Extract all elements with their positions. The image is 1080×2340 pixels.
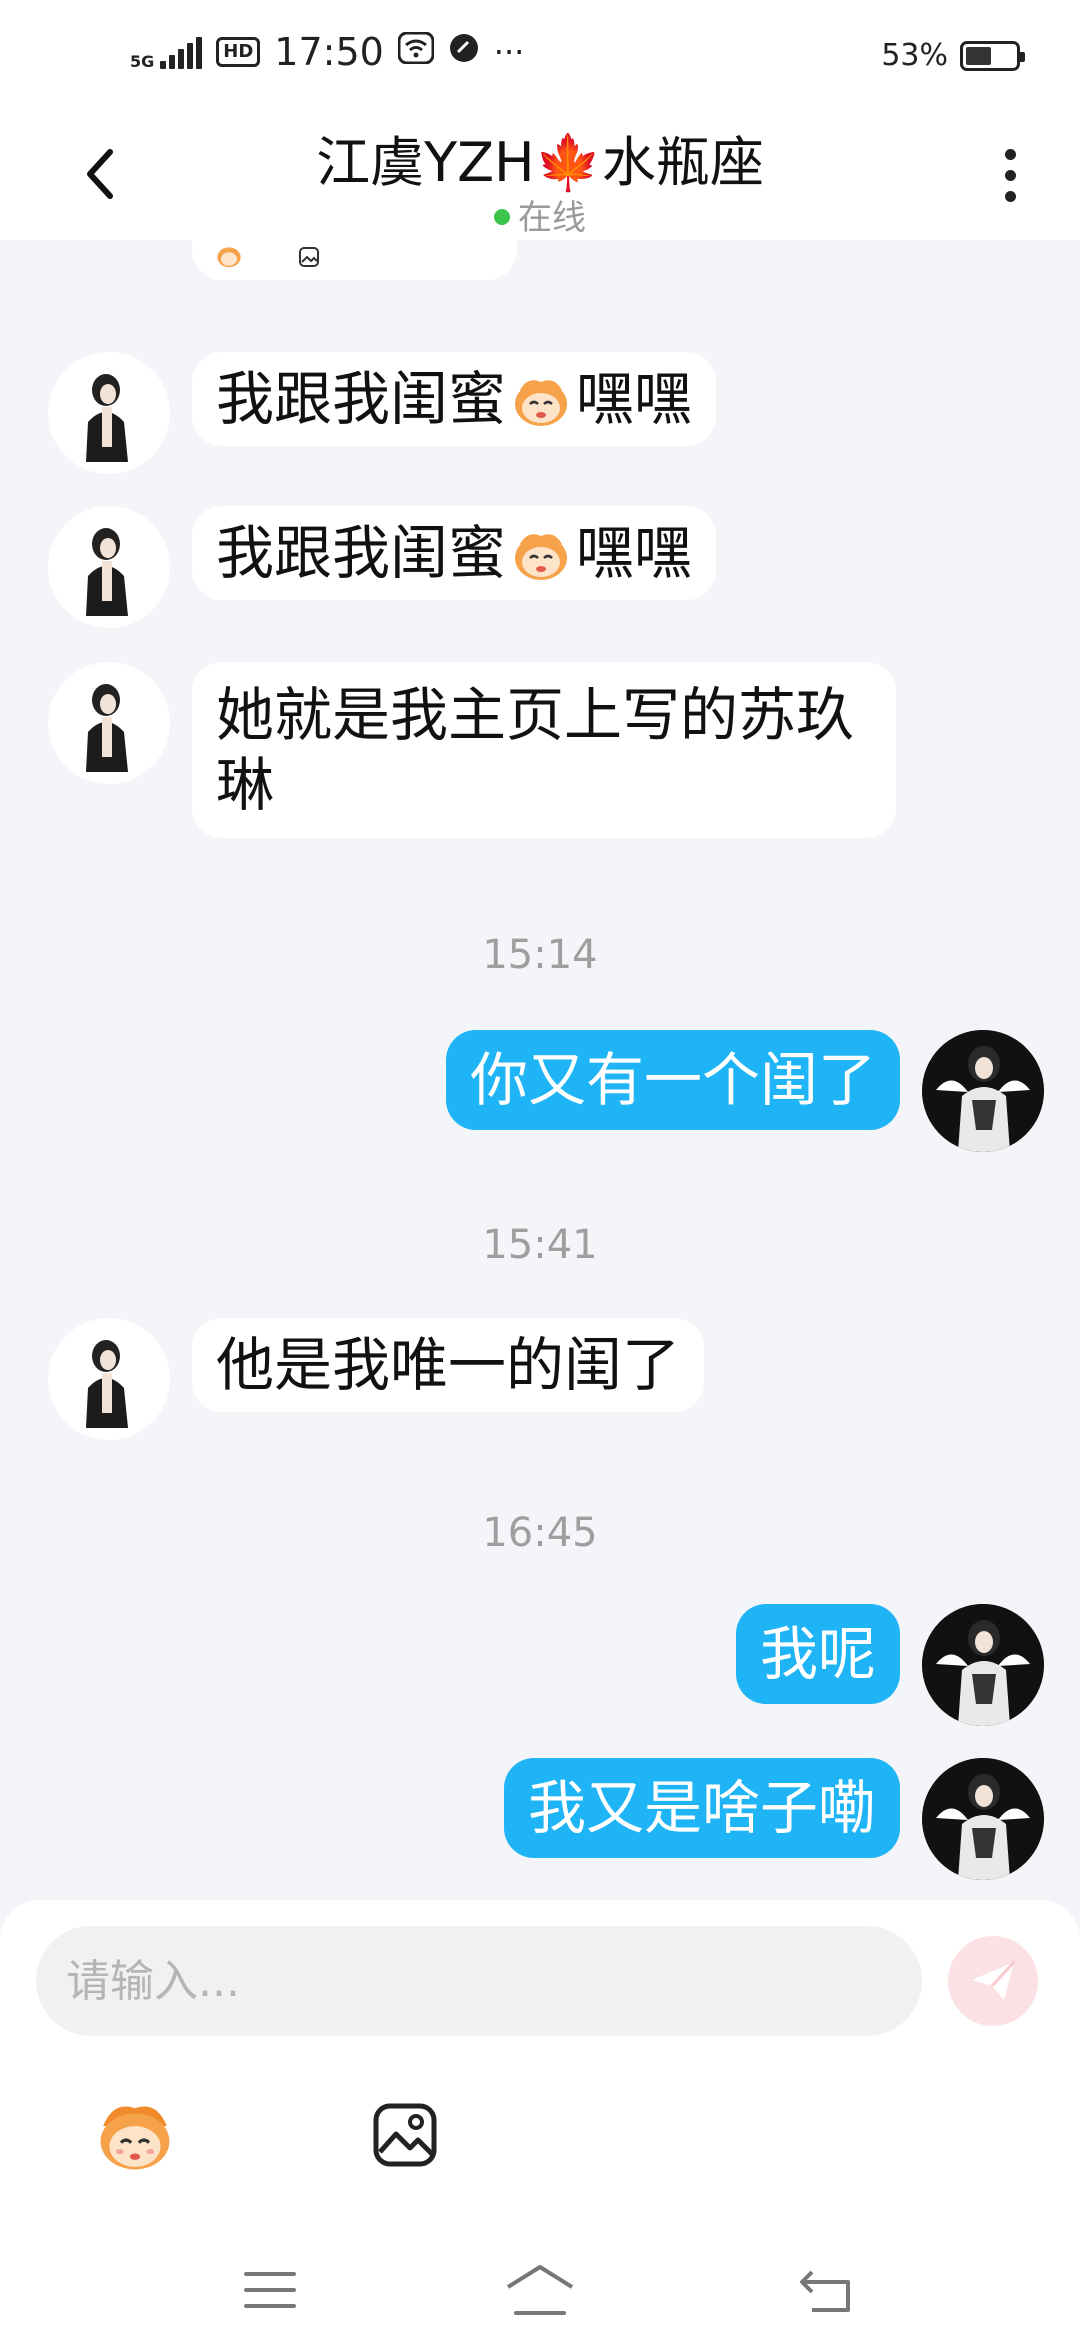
hd-badge: HD xyxy=(216,37,261,67)
timestamp: 15:41 xyxy=(482,1222,598,1268)
chat-header: 江虞YZH🍁水瓶座 在线 xyxy=(0,110,1080,240)
self-avatar[interactable] xyxy=(922,1030,1044,1152)
self-avatar[interactable] xyxy=(922,1604,1044,1726)
contact-name[interactable]: 江虞YZH🍁水瓶座 xyxy=(0,118,1080,197)
more-status-icon: ··· xyxy=(493,33,525,71)
timestamp: 16:45 xyxy=(482,1510,598,1556)
message-bubble-self[interactable]: 我呢 xyxy=(735,1604,900,1704)
message-row: 我跟我闺蜜 嘿嘿 xyxy=(48,352,717,474)
message-row-self: 你又有一个闺了 xyxy=(445,1030,1044,1152)
image-button[interactable] xyxy=(350,2080,460,2190)
message-bubble-self[interactable]: 你又有一个闺了 xyxy=(445,1030,900,1130)
menu-button[interactable] xyxy=(220,2250,320,2330)
message-bubble[interactable]: 她就是我主页上写的苏玖琳 xyxy=(192,662,896,838)
contact-avatar[interactable] xyxy=(48,662,170,784)
system-nav-bar xyxy=(0,2240,1080,2340)
status-time: 17:50 xyxy=(274,30,384,74)
vpn-icon xyxy=(448,32,480,72)
self-avatar[interactable] xyxy=(922,1758,1044,1880)
emoji-icon xyxy=(214,242,244,274)
signal-icon xyxy=(160,35,203,69)
emoji-icon xyxy=(515,534,568,580)
emoji-button[interactable] xyxy=(80,2080,190,2190)
more-options-button[interactable] xyxy=(980,140,1040,210)
online-dot-icon xyxy=(494,208,510,225)
send-button[interactable] xyxy=(948,1936,1038,2026)
home-icon xyxy=(506,2265,574,2315)
back-icon xyxy=(800,2270,850,2312)
message-row-self: 我呢 xyxy=(735,1604,1044,1726)
image-icon xyxy=(298,246,320,274)
message-bubble[interactable]: 他是我唯一的闺了 xyxy=(192,1318,705,1412)
network-label: 5G xyxy=(130,52,155,71)
battery-icon xyxy=(960,40,1025,71)
message-row: 我跟我闺蜜 嘿嘿 xyxy=(48,506,717,628)
message-bubble[interactable]: 我跟我闺蜜 嘿嘿 xyxy=(192,506,717,600)
contact-avatar[interactable] xyxy=(48,1318,170,1440)
image-icon xyxy=(373,2103,437,2167)
message-bubble-self[interactable]: 我又是啥子嘞 xyxy=(503,1758,900,1858)
message-row: 她就是我主页上写的苏玖琳 xyxy=(48,662,896,838)
emoji-icon xyxy=(515,380,568,426)
contact-avatar[interactable] xyxy=(48,352,170,474)
send-icon xyxy=(972,1960,1016,2000)
message-row-self: 我又是啥子嘞 xyxy=(503,1758,1044,1880)
partial-message-bubble[interactable] xyxy=(192,240,517,280)
battery-percent: 53% xyxy=(881,38,948,73)
message-input[interactable] xyxy=(36,1926,922,2036)
emoji-icon xyxy=(100,2106,170,2170)
online-status: 在线 xyxy=(0,190,1080,239)
more-vertical-icon xyxy=(1004,148,1016,160)
message-bubble[interactable]: 我跟我闺蜜 嘿嘿 xyxy=(192,352,717,446)
status-bar: 5G HD 17:50 ··· 53% xyxy=(0,0,1080,110)
contact-avatar[interactable] xyxy=(48,506,170,628)
message-list[interactable]: 我跟我闺蜜 嘿嘿 我跟我闺蜜 嘿嘿 她就是我主页上写的苏玖琳 15:14 你又有一个… xyxy=(0,240,1080,1900)
message-row: 他是我唯一的闺了 xyxy=(48,1318,705,1440)
menu-icon xyxy=(244,2272,296,2308)
wifi-icon xyxy=(397,31,435,72)
back-nav-button[interactable] xyxy=(776,2250,876,2330)
home-button[interactable] xyxy=(490,2250,590,2330)
timestamp: 15:14 xyxy=(482,932,598,978)
